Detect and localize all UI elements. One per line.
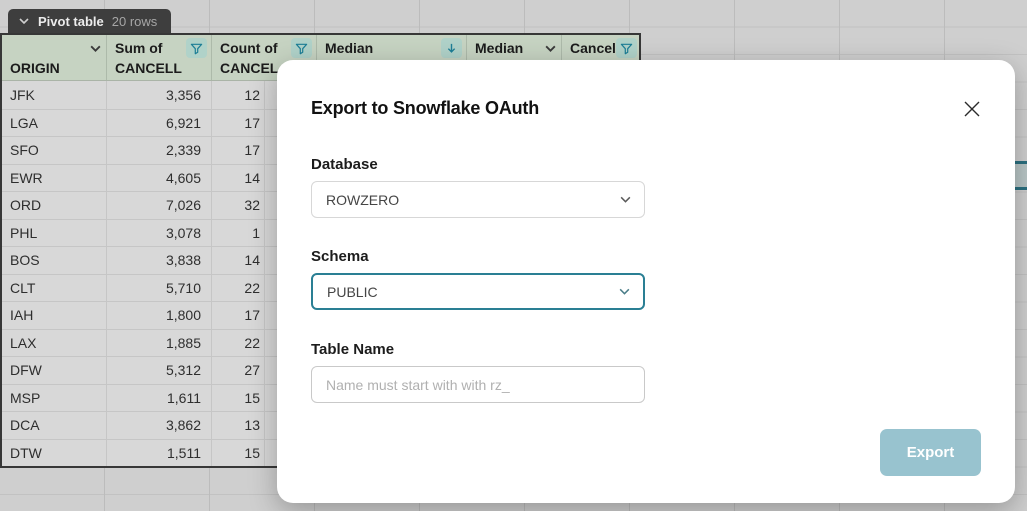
- export-button[interactable]: Export: [880, 429, 981, 476]
- cell-sum[interactable]: 5,710: [107, 275, 212, 302]
- database-label: Database: [311, 156, 378, 173]
- cell-origin[interactable]: CLT: [2, 275, 107, 302]
- cell-origin[interactable]: IAH: [2, 302, 107, 329]
- header-line1: Cancel: [570, 40, 616, 56]
- cell-origin[interactable]: JFK: [2, 81, 107, 109]
- pivot-table-tab[interactable]: Pivot table 20 rows: [8, 9, 171, 33]
- header-line1: Median: [325, 40, 373, 56]
- filter-icon[interactable]: [186, 38, 207, 58]
- cell-count[interactable]: 15: [212, 440, 265, 467]
- cell-count[interactable]: 17: [212, 137, 265, 164]
- close-icon[interactable]: [959, 96, 985, 122]
- chevron-down-icon: [618, 285, 631, 298]
- cell-origin[interactable]: ORD: [2, 192, 107, 219]
- header-line2: ORIGIN: [10, 60, 102, 78]
- cell-sum[interactable]: 5,312: [107, 357, 212, 384]
- cell-count[interactable]: 15: [212, 385, 265, 412]
- pivot-header-origin[interactable]: ORIGIN: [2, 35, 107, 80]
- cell-count[interactable]: 14: [212, 165, 265, 192]
- cell-count[interactable]: 22: [212, 330, 265, 357]
- cell-origin[interactable]: SFO: [2, 137, 107, 164]
- cell-sum[interactable]: 3,838: [107, 247, 212, 274]
- cell-sum[interactable]: 7,026: [107, 192, 212, 219]
- pivot-tab-row-count: 20 rows: [112, 14, 158, 29]
- cell-sum[interactable]: 1,800: [107, 302, 212, 329]
- cell-sum[interactable]: 3,862: [107, 412, 212, 439]
- chevron-down-icon[interactable]: [18, 15, 30, 27]
- schema-select[interactable]: PUBLIC: [311, 273, 645, 310]
- cell-origin[interactable]: LAX: [2, 330, 107, 357]
- table-name-label: Table Name: [311, 341, 394, 358]
- cell-origin[interactable]: MSP: [2, 385, 107, 412]
- cell-origin[interactable]: BOS: [2, 247, 107, 274]
- cell-origin[interactable]: DCA: [2, 412, 107, 439]
- pivot-tab-label: Pivot table: [38, 14, 104, 29]
- cell-sum[interactable]: 3,356: [107, 81, 212, 109]
- cell-origin[interactable]: PHL: [2, 220, 107, 247]
- cell-count[interactable]: 27: [212, 357, 265, 384]
- cell-count[interactable]: 14: [212, 247, 265, 274]
- cell-origin[interactable]: DFW: [2, 357, 107, 384]
- export-modal: Export to Snowflake OAuth Database ROWZE…: [277, 60, 1015, 503]
- modal-title: Export to Snowflake OAuth: [311, 98, 539, 119]
- filter-icon[interactable]: [291, 38, 312, 58]
- cell-count[interactable]: 1: [212, 220, 265, 247]
- cell-sum[interactable]: 6,921: [107, 110, 212, 137]
- chevron-down-icon[interactable]: [544, 42, 557, 55]
- pivot-header-cancell[interactable]: Sum of CANCELL: [107, 35, 212, 80]
- chevron-down-icon: [619, 193, 632, 206]
- schema-selected-value: PUBLIC: [327, 284, 378, 300]
- cell-origin[interactable]: DTW: [2, 440, 107, 467]
- schema-label: Schema: [311, 248, 369, 265]
- cell-count[interactable]: 13: [212, 412, 265, 439]
- cell-sum[interactable]: 3,078: [107, 220, 212, 247]
- cell-count[interactable]: 17: [212, 110, 265, 137]
- cell-origin[interactable]: EWR: [2, 165, 107, 192]
- cell-sum[interactable]: 4,605: [107, 165, 212, 192]
- database-select[interactable]: ROWZERO: [311, 181, 645, 218]
- cell-origin[interactable]: LGA: [2, 110, 107, 137]
- cell-count[interactable]: 17: [212, 302, 265, 329]
- cell-count[interactable]: 22: [212, 275, 265, 302]
- table-name-input[interactable]: [311, 366, 645, 403]
- cell-sum[interactable]: 1,611: [107, 385, 212, 412]
- header-line1: Sum of: [115, 40, 162, 56]
- header-line2: CANCELL: [115, 60, 207, 78]
- header-line1: Count of: [220, 40, 278, 56]
- sort-down-icon[interactable]: [441, 38, 462, 58]
- database-selected-value: ROWZERO: [326, 192, 399, 208]
- chevron-down-icon[interactable]: [89, 42, 102, 55]
- header-line1: Median: [475, 40, 523, 56]
- cell-count[interactable]: 12: [212, 81, 265, 109]
- cell-sum[interactable]: 1,885: [107, 330, 212, 357]
- filter-icon[interactable]: [616, 38, 637, 58]
- cell-sum[interactable]: 1,511: [107, 440, 212, 467]
- app-screen: Pivot table 20 rows ORIGIN Sum of CANCELL C…: [0, 0, 1027, 511]
- cell-sum[interactable]: 2,339: [107, 137, 212, 164]
- selected-cell-highlight[interactable]: [1013, 161, 1027, 190]
- cell-count[interactable]: 32: [212, 192, 265, 219]
